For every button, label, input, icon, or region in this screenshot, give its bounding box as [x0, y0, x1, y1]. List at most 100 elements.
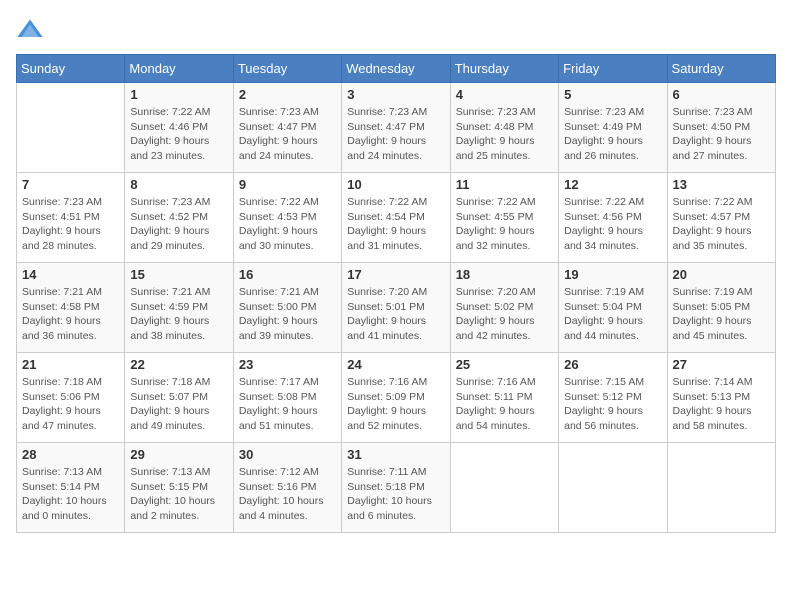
calendar-cell: 31 Sunrise: 7:11 AMSunset: 5:18 PMDaylig… — [342, 443, 450, 533]
day-info: Sunrise: 7:14 AMSunset: 5:13 PMDaylight:… — [673, 375, 770, 434]
calendar-cell — [559, 443, 667, 533]
day-info: Sunrise: 7:23 AMSunset: 4:47 PMDaylight:… — [239, 105, 336, 164]
calendar-week-2: 7 Sunrise: 7:23 AMSunset: 4:51 PMDayligh… — [17, 173, 776, 263]
calendar-cell: 7 Sunrise: 7:23 AMSunset: 4:51 PMDayligh… — [17, 173, 125, 263]
calendar-cell: 19 Sunrise: 7:19 AMSunset: 5:04 PMDaylig… — [559, 263, 667, 353]
calendar-cell: 12 Sunrise: 7:22 AMSunset: 4:56 PMDaylig… — [559, 173, 667, 263]
calendar-cell: 15 Sunrise: 7:21 AMSunset: 4:59 PMDaylig… — [125, 263, 233, 353]
calendar-cell: 3 Sunrise: 7:23 AMSunset: 4:47 PMDayligh… — [342, 83, 450, 173]
day-info: Sunrise: 7:16 AMSunset: 5:09 PMDaylight:… — [347, 375, 444, 434]
day-number: 3 — [347, 87, 444, 102]
day-info: Sunrise: 7:23 AMSunset: 4:52 PMDaylight:… — [130, 195, 227, 254]
day-number: 31 — [347, 447, 444, 462]
day-number: 20 — [673, 267, 770, 282]
day-info: Sunrise: 7:15 AMSunset: 5:12 PMDaylight:… — [564, 375, 661, 434]
day-info: Sunrise: 7:11 AMSunset: 5:18 PMDaylight:… — [347, 465, 444, 524]
calendar-cell — [667, 443, 775, 533]
day-info: Sunrise: 7:22 AMSunset: 4:57 PMDaylight:… — [673, 195, 770, 254]
page-header — [16, 16, 776, 44]
day-number: 7 — [22, 177, 119, 192]
day-info: Sunrise: 7:19 AMSunset: 5:05 PMDaylight:… — [673, 285, 770, 344]
day-number: 28 — [22, 447, 119, 462]
day-info: Sunrise: 7:23 AMSunset: 4:47 PMDaylight:… — [347, 105, 444, 164]
day-number: 21 — [22, 357, 119, 372]
calendar-cell — [17, 83, 125, 173]
day-info: Sunrise: 7:21 AMSunset: 4:58 PMDaylight:… — [22, 285, 119, 344]
calendar-cell: 14 Sunrise: 7:21 AMSunset: 4:58 PMDaylig… — [17, 263, 125, 353]
day-info: Sunrise: 7:13 AMSunset: 5:14 PMDaylight:… — [22, 465, 119, 524]
day-number: 29 — [130, 447, 227, 462]
day-number: 19 — [564, 267, 661, 282]
day-number: 26 — [564, 357, 661, 372]
calendar-week-3: 14 Sunrise: 7:21 AMSunset: 4:58 PMDaylig… — [17, 263, 776, 353]
day-info: Sunrise: 7:22 AMSunset: 4:53 PMDaylight:… — [239, 195, 336, 254]
header-day-saturday: Saturday — [667, 55, 775, 83]
header-day-tuesday: Tuesday — [233, 55, 341, 83]
day-info: Sunrise: 7:12 AMSunset: 5:16 PMDaylight:… — [239, 465, 336, 524]
logo-icon — [16, 16, 44, 44]
day-info: Sunrise: 7:18 AMSunset: 5:07 PMDaylight:… — [130, 375, 227, 434]
day-info: Sunrise: 7:23 AMSunset: 4:50 PMDaylight:… — [673, 105, 770, 164]
day-number: 22 — [130, 357, 227, 372]
day-number: 5 — [564, 87, 661, 102]
day-number: 25 — [456, 357, 553, 372]
day-number: 18 — [456, 267, 553, 282]
day-number: 11 — [456, 177, 553, 192]
calendar-cell: 29 Sunrise: 7:13 AMSunset: 5:15 PMDaylig… — [125, 443, 233, 533]
day-number: 30 — [239, 447, 336, 462]
calendar-cell: 28 Sunrise: 7:13 AMSunset: 5:14 PMDaylig… — [17, 443, 125, 533]
day-number: 6 — [673, 87, 770, 102]
day-info: Sunrise: 7:22 AMSunset: 4:46 PMDaylight:… — [130, 105, 227, 164]
header-day-wednesday: Wednesday — [342, 55, 450, 83]
calendar-cell: 1 Sunrise: 7:22 AMSunset: 4:46 PMDayligh… — [125, 83, 233, 173]
logo — [16, 16, 48, 44]
calendar-cell: 4 Sunrise: 7:23 AMSunset: 4:48 PMDayligh… — [450, 83, 558, 173]
calendar-cell: 25 Sunrise: 7:16 AMSunset: 5:11 PMDaylig… — [450, 353, 558, 443]
calendar-week-5: 28 Sunrise: 7:13 AMSunset: 5:14 PMDaylig… — [17, 443, 776, 533]
calendar-cell: 20 Sunrise: 7:19 AMSunset: 5:05 PMDaylig… — [667, 263, 775, 353]
day-number: 27 — [673, 357, 770, 372]
day-number: 13 — [673, 177, 770, 192]
calendar-cell: 2 Sunrise: 7:23 AMSunset: 4:47 PMDayligh… — [233, 83, 341, 173]
calendar-cell: 21 Sunrise: 7:18 AMSunset: 5:06 PMDaylig… — [17, 353, 125, 443]
day-info: Sunrise: 7:21 AMSunset: 4:59 PMDaylight:… — [130, 285, 227, 344]
calendar-cell: 13 Sunrise: 7:22 AMSunset: 4:57 PMDaylig… — [667, 173, 775, 263]
day-number: 8 — [130, 177, 227, 192]
header-day-friday: Friday — [559, 55, 667, 83]
calendar-cell: 8 Sunrise: 7:23 AMSunset: 4:52 PMDayligh… — [125, 173, 233, 263]
day-info: Sunrise: 7:17 AMSunset: 5:08 PMDaylight:… — [239, 375, 336, 434]
day-info: Sunrise: 7:18 AMSunset: 5:06 PMDaylight:… — [22, 375, 119, 434]
day-number: 23 — [239, 357, 336, 372]
calendar-cell: 23 Sunrise: 7:17 AMSunset: 5:08 PMDaylig… — [233, 353, 341, 443]
day-info: Sunrise: 7:16 AMSunset: 5:11 PMDaylight:… — [456, 375, 553, 434]
day-info: Sunrise: 7:23 AMSunset: 4:49 PMDaylight:… — [564, 105, 661, 164]
day-info: Sunrise: 7:13 AMSunset: 5:15 PMDaylight:… — [130, 465, 227, 524]
calendar-cell: 30 Sunrise: 7:12 AMSunset: 5:16 PMDaylig… — [233, 443, 341, 533]
calendar-cell: 17 Sunrise: 7:20 AMSunset: 5:01 PMDaylig… — [342, 263, 450, 353]
day-number: 14 — [22, 267, 119, 282]
day-number: 24 — [347, 357, 444, 372]
calendar-cell: 18 Sunrise: 7:20 AMSunset: 5:02 PMDaylig… — [450, 263, 558, 353]
calendar-cell: 24 Sunrise: 7:16 AMSunset: 5:09 PMDaylig… — [342, 353, 450, 443]
calendar-cell: 10 Sunrise: 7:22 AMSunset: 4:54 PMDaylig… — [342, 173, 450, 263]
day-number: 12 — [564, 177, 661, 192]
day-info: Sunrise: 7:20 AMSunset: 5:02 PMDaylight:… — [456, 285, 553, 344]
calendar-cell: 5 Sunrise: 7:23 AMSunset: 4:49 PMDayligh… — [559, 83, 667, 173]
day-number: 2 — [239, 87, 336, 102]
calendar-week-4: 21 Sunrise: 7:18 AMSunset: 5:06 PMDaylig… — [17, 353, 776, 443]
day-info: Sunrise: 7:23 AMSunset: 4:51 PMDaylight:… — [22, 195, 119, 254]
calendar-header-row: SundayMondayTuesdayWednesdayThursdayFrid… — [17, 55, 776, 83]
header-day-sunday: Sunday — [17, 55, 125, 83]
day-info: Sunrise: 7:22 AMSunset: 4:56 PMDaylight:… — [564, 195, 661, 254]
day-number: 17 — [347, 267, 444, 282]
day-info: Sunrise: 7:20 AMSunset: 5:01 PMDaylight:… — [347, 285, 444, 344]
day-number: 10 — [347, 177, 444, 192]
calendar-week-1: 1 Sunrise: 7:22 AMSunset: 4:46 PMDayligh… — [17, 83, 776, 173]
day-info: Sunrise: 7:22 AMSunset: 4:54 PMDaylight:… — [347, 195, 444, 254]
day-number: 16 — [239, 267, 336, 282]
day-number: 15 — [130, 267, 227, 282]
day-info: Sunrise: 7:23 AMSunset: 4:48 PMDaylight:… — [456, 105, 553, 164]
header-day-monday: Monday — [125, 55, 233, 83]
day-info: Sunrise: 7:21 AMSunset: 5:00 PMDaylight:… — [239, 285, 336, 344]
day-info: Sunrise: 7:22 AMSunset: 4:55 PMDaylight:… — [456, 195, 553, 254]
